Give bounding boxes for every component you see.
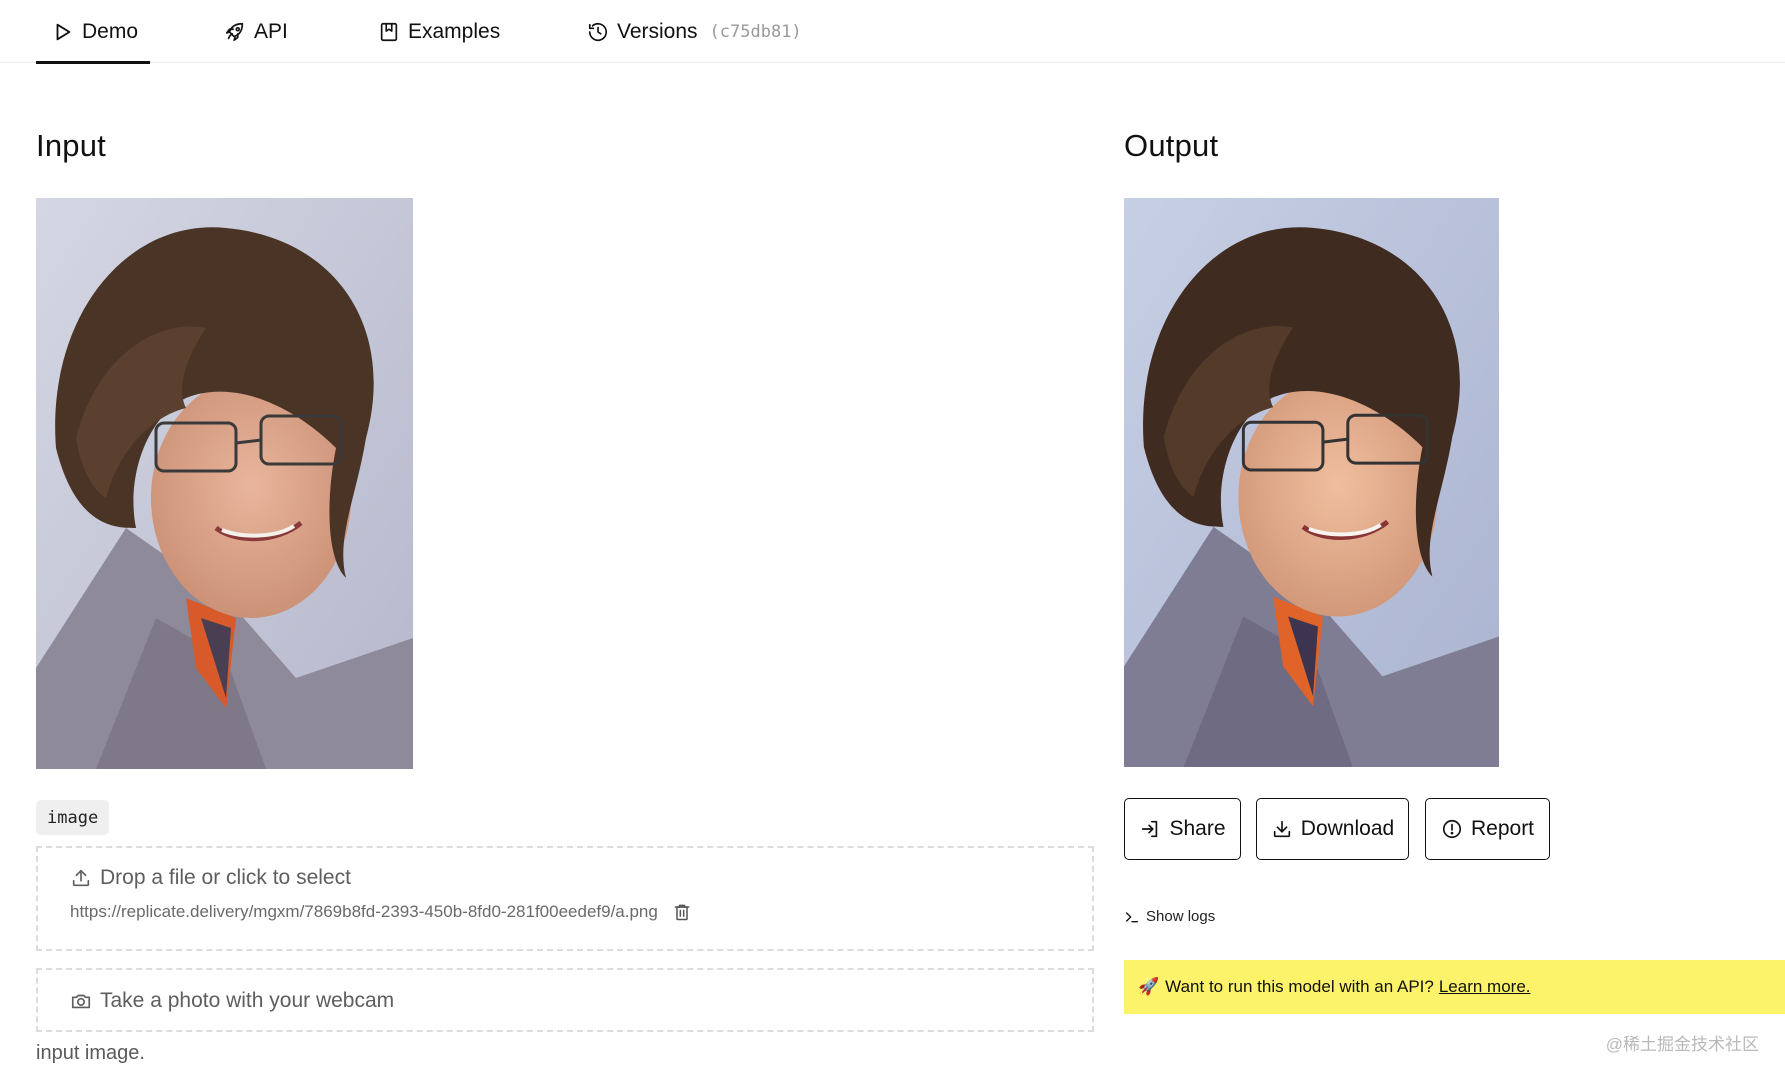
- input-hint: input image.: [36, 1042, 145, 1064]
- webcam-label: Take a photo with your webcam: [100, 989, 395, 1012]
- download-label: Download: [1300, 817, 1395, 840]
- output-image: [1124, 198, 1499, 767]
- download-button[interactable]: Download: [1256, 798, 1409, 860]
- show-logs-label: Show logs: [1146, 908, 1216, 925]
- share-button[interactable]: Share: [1124, 798, 1241, 860]
- tab-examples[interactable]: Examples: [378, 0, 500, 63]
- bookmark-icon: [380, 22, 398, 41]
- download-icon: [1273, 820, 1290, 838]
- output-title: Output: [1124, 128, 1219, 163]
- banner-text: Want to run this model with an API?: [1165, 977, 1434, 996]
- report-label: Report: [1470, 817, 1535, 840]
- tab-api[interactable]: API: [224, 0, 288, 63]
- version-hash: (c75db81): [709, 21, 802, 42]
- show-logs-toggle[interactable]: Show logs: [1124, 908, 1215, 925]
- terminal-icon: [1126, 911, 1138, 922]
- alert-circle-icon: [1442, 819, 1462, 839]
- play-icon: [56, 23, 71, 40]
- field-tag: image: [36, 800, 110, 835]
- trash-icon[interactable]: [672, 902, 692, 922]
- file-dropzone[interactable]: Drop a file or click to select https://r…: [36, 846, 1094, 951]
- dropzone-prompt: Drop a file or click to select: [70, 866, 351, 890]
- dropzone-label: Drop a file or click to select: [100, 866, 351, 889]
- tab-versions[interactable]: Versions (c75db81): [587, 0, 802, 63]
- tab-bar: Demo API Examples Versions (c75db81): [0, 0, 1785, 64]
- upload-icon: [72, 869, 90, 887]
- share-icon: [1142, 820, 1158, 838]
- file-url[interactable]: https://replicate.delivery/mgxm/7869b8fd…: [70, 902, 658, 922]
- learn-more-link[interactable]: Learn more.: [1439, 977, 1531, 997]
- tab-examples-label: Examples: [408, 19, 501, 43]
- input-image: [36, 198, 413, 769]
- webcam-capture[interactable]: Take a photo with your webcam: [36, 968, 1094, 1032]
- report-button[interactable]: Report: [1425, 798, 1550, 860]
- tab-versions-label: Versions: [617, 19, 698, 43]
- page: Demo API Examples Versions (c75db81) Inp…: [0, 0, 1785, 1080]
- watermark: @稀土掘金技术社区: [1605, 1035, 1759, 1054]
- tab-api-label: API: [254, 19, 288, 43]
- api-banner: 🚀 Want to run this model with an API? Le…: [1124, 960, 1785, 1014]
- camera-icon: [71, 994, 91, 1009]
- history-icon: [588, 22, 608, 41]
- tab-demo-label: Demo: [82, 19, 139, 43]
- rocket-emoji-icon: 🚀: [1138, 977, 1160, 996]
- tab-demo[interactable]: Demo: [36, 0, 150, 64]
- input-title: Input: [36, 128, 106, 163]
- rocket-icon: [225, 22, 244, 41]
- file-row: https://replicate.delivery/mgxm/7869b8fd…: [70, 902, 692, 922]
- webcam-prompt: Take a photo with your webcam: [70, 989, 394, 1013]
- share-label: Share: [1169, 817, 1226, 840]
